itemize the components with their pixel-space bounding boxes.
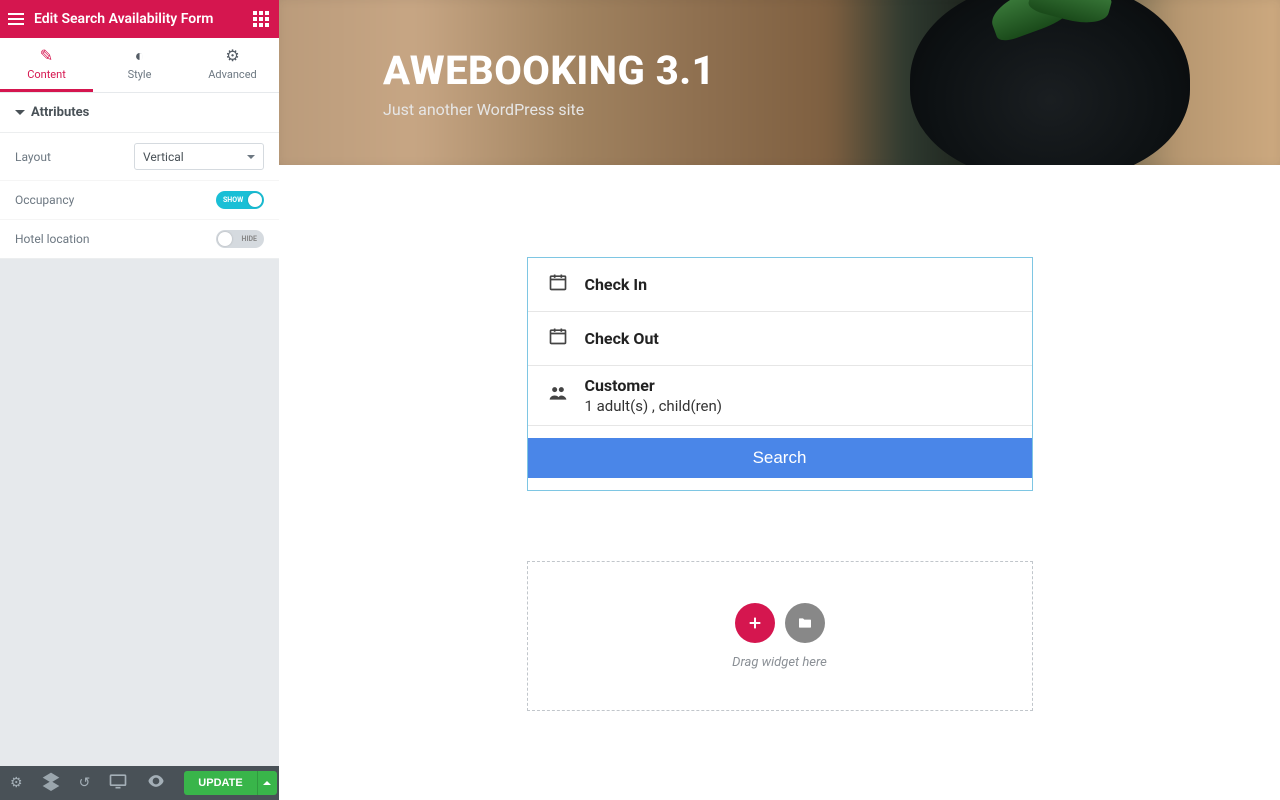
customer-label: Customer [585, 376, 723, 395]
search-availability-form[interactable]: Check In Check Out Custo [527, 257, 1033, 491]
section-attributes-label: Attributes [31, 105, 89, 120]
responsive-icon[interactable] [108, 771, 128, 795]
tab-advanced[interactable]: ⚙ Advanced [186, 38, 279, 92]
widget-drop-zone[interactable]: Drag widget here [527, 561, 1033, 711]
sidebar-header: Edit Search Availability Form [0, 0, 279, 38]
preview-icon[interactable] [146, 771, 166, 795]
folder-icon [797, 615, 813, 631]
add-section-button[interactable] [735, 603, 775, 643]
calendar-icon [548, 326, 568, 351]
hotel-location-toggle[interactable]: HIDE [216, 230, 264, 248]
update-options-button[interactable] [257, 771, 277, 795]
add-template-button[interactable] [785, 603, 825, 643]
gear-icon: ⚙ [186, 48, 279, 64]
sidebar-panel: Edit Search Availability Form ✎ Content … [0, 0, 279, 800]
drop-zone-text: Drag widget here [732, 655, 827, 670]
checkin-field[interactable]: Check In [528, 258, 1032, 312]
plus-icon [747, 615, 763, 631]
customer-detail: 1 adult(s) , child(ren) [585, 397, 723, 415]
sidebar-title: Edit Search Availability Form [34, 11, 213, 27]
settings-icon[interactable]: ⚙ [10, 775, 23, 791]
history-icon[interactable]: ↺ [79, 775, 91, 791]
attributes-controls: Layout Vertical Occupancy SHOW Hotel loc… [0, 133, 279, 259]
control-layout: Layout Vertical [0, 133, 279, 181]
checkin-label: Check In [585, 275, 648, 294]
checkout-field[interactable]: Check Out [528, 312, 1032, 366]
tab-advanced-label: Advanced [208, 68, 256, 81]
sidebar-footer: ⚙ ↺ UPDATE [0, 766, 279, 800]
preview-area: AWEBOOKING 3.1 Just another WordPress si… [279, 0, 1280, 800]
occupancy-toggle[interactable]: SHOW [216, 191, 264, 209]
search-button[interactable]: Search [528, 438, 1032, 478]
site-header: AWEBOOKING 3.1 Just another WordPress si… [279, 0, 1280, 165]
layout-select[interactable]: Vertical [134, 143, 264, 170]
toggle-knob [218, 232, 232, 246]
site-tagline: Just another WordPress site [383, 100, 1280, 119]
layers-icon[interactable] [41, 771, 61, 795]
layout-value: Vertical [143, 150, 184, 164]
section-attributes[interactable]: Attributes [0, 93, 279, 133]
tab-content[interactable]: ✎ Content [0, 38, 93, 92]
site-title: AWEBOOKING 3.1 [383, 47, 1280, 94]
caret-down-icon [15, 110, 25, 115]
contrast-icon: ◐ [93, 48, 186, 64]
checkout-label: Check Out [585, 329, 659, 348]
control-hotel-location: Hotel location HIDE [0, 220, 279, 259]
canvas: Check In Check Out Custo [279, 165, 1280, 751]
tab-style-label: Style [128, 68, 152, 81]
menu-icon[interactable] [8, 13, 24, 25]
people-icon [548, 383, 568, 408]
toggle-knob [248, 193, 262, 207]
calendar-icon [548, 272, 568, 297]
search-button-wrap: Search [528, 426, 1032, 490]
editor-tabs: ✎ Content ◐ Style ⚙ Advanced [0, 38, 279, 93]
control-occupancy: Occupancy SHOW [0, 181, 279, 220]
apps-icon[interactable] [253, 11, 269, 27]
occupancy-label: Occupancy [15, 193, 216, 207]
hero-plant-image [970, 0, 1130, 50]
tab-content-label: Content [27, 68, 66, 81]
hotel-location-label: Hotel location [15, 232, 216, 246]
update-button[interactable]: UPDATE [184, 771, 256, 795]
tab-style[interactable]: ◐ Style [93, 38, 186, 92]
occupancy-toggle-text: SHOW [223, 196, 243, 204]
customer-field[interactable]: Customer 1 adult(s) , child(ren) [528, 366, 1032, 426]
layout-label: Layout [15, 150, 134, 164]
pencil-icon: ✎ [0, 48, 93, 64]
hotel-location-toggle-text: HIDE [242, 235, 257, 243]
